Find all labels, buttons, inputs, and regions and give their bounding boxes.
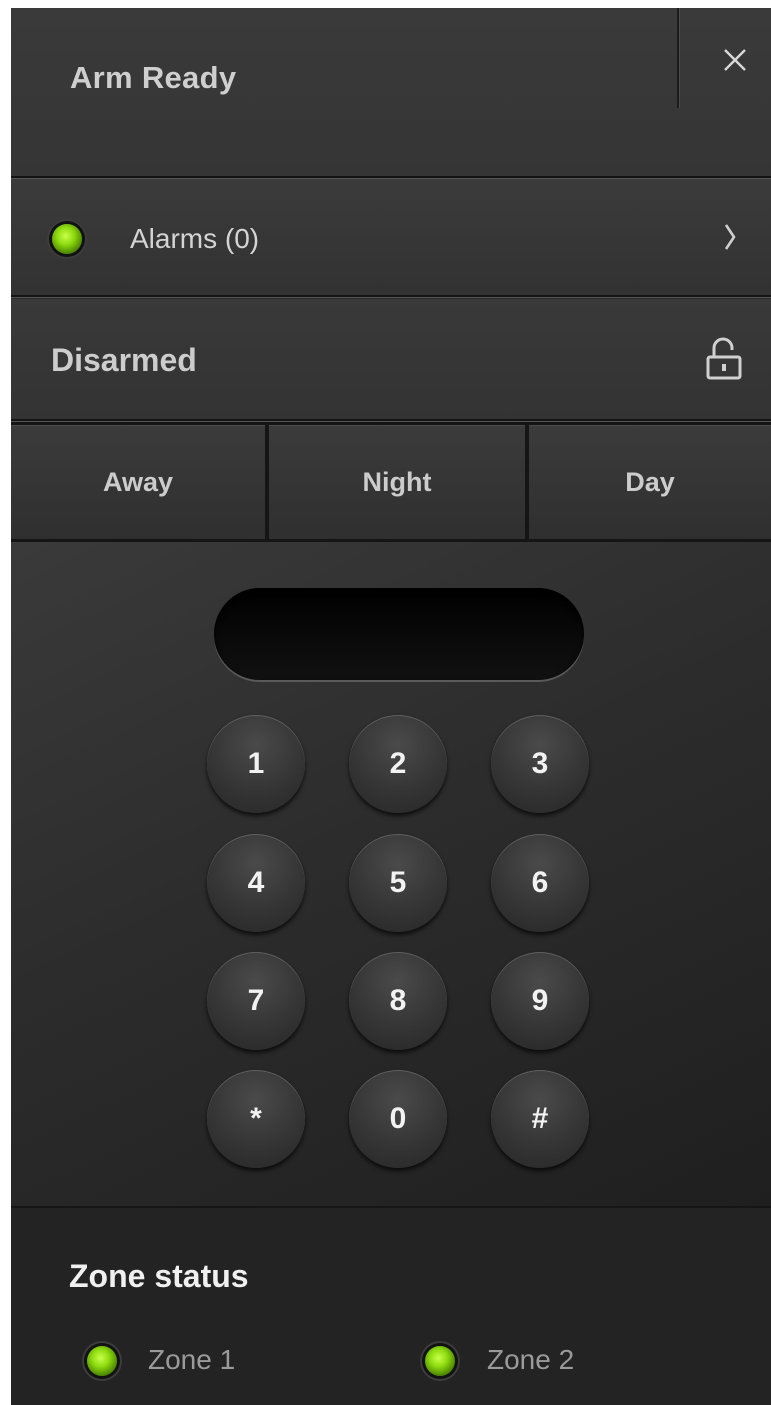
close-button[interactable]: [689, 8, 771, 108]
key-2[interactable]: 2: [349, 715, 447, 813]
key-5[interactable]: 5: [349, 834, 447, 932]
chevron-right-icon: [724, 224, 736, 250]
key-9[interactable]: 9: [491, 952, 589, 1050]
zone-2-label: Zone 2: [487, 1344, 575, 1375]
away-button[interactable]: Away: [11, 425, 265, 539]
panel-header: Arm Ready: [11, 8, 771, 176]
key-3[interactable]: 3: [491, 715, 589, 813]
key-1[interactable]: 1: [207, 715, 305, 813]
unlocked-padlock-icon: [706, 337, 742, 380]
close-icon: [724, 49, 746, 71]
arm-mode-buttons: Away Night Day: [11, 422, 771, 542]
divider: [11, 295, 771, 298]
key-6[interactable]: 6: [491, 834, 589, 932]
arm-status-row: Disarmed: [11, 299, 771, 419]
key-8[interactable]: 8: [349, 952, 447, 1050]
night-button[interactable]: Night: [269, 425, 525, 539]
header-separator: [677, 8, 680, 108]
keypad-area: 1 2 3 4 5 6 7 8 9 * 0 #: [11, 542, 771, 1206]
code-display: [214, 588, 584, 680]
arm-panel: Arm Ready Alarms (0) Disarmed Away Night: [11, 8, 771, 1405]
key-0[interactable]: 0: [349, 1070, 447, 1168]
alarms-status-led: [52, 224, 82, 254]
key-star[interactable]: *: [207, 1070, 305, 1168]
page-title: Arm Ready: [70, 60, 237, 95]
key-4[interactable]: 4: [207, 834, 305, 932]
day-button[interactable]: Day: [529, 425, 771, 539]
zone-1-label: Zone 1: [148, 1344, 236, 1375]
zone-status-title: Zone status: [69, 1258, 249, 1294]
zone-status-section: Zone status Zone 1 Zone 2: [11, 1206, 771, 1405]
zone-2-status-led: [425, 1346, 455, 1376]
alarms-label: Alarms (0): [130, 223, 260, 254]
alarms-row[interactable]: Alarms (0): [11, 179, 771, 295]
arm-status-label: Disarmed: [51, 342, 197, 378]
key-7[interactable]: 7: [207, 952, 305, 1050]
key-hash[interactable]: #: [491, 1070, 589, 1168]
zone-1-status-led: [87, 1346, 117, 1376]
